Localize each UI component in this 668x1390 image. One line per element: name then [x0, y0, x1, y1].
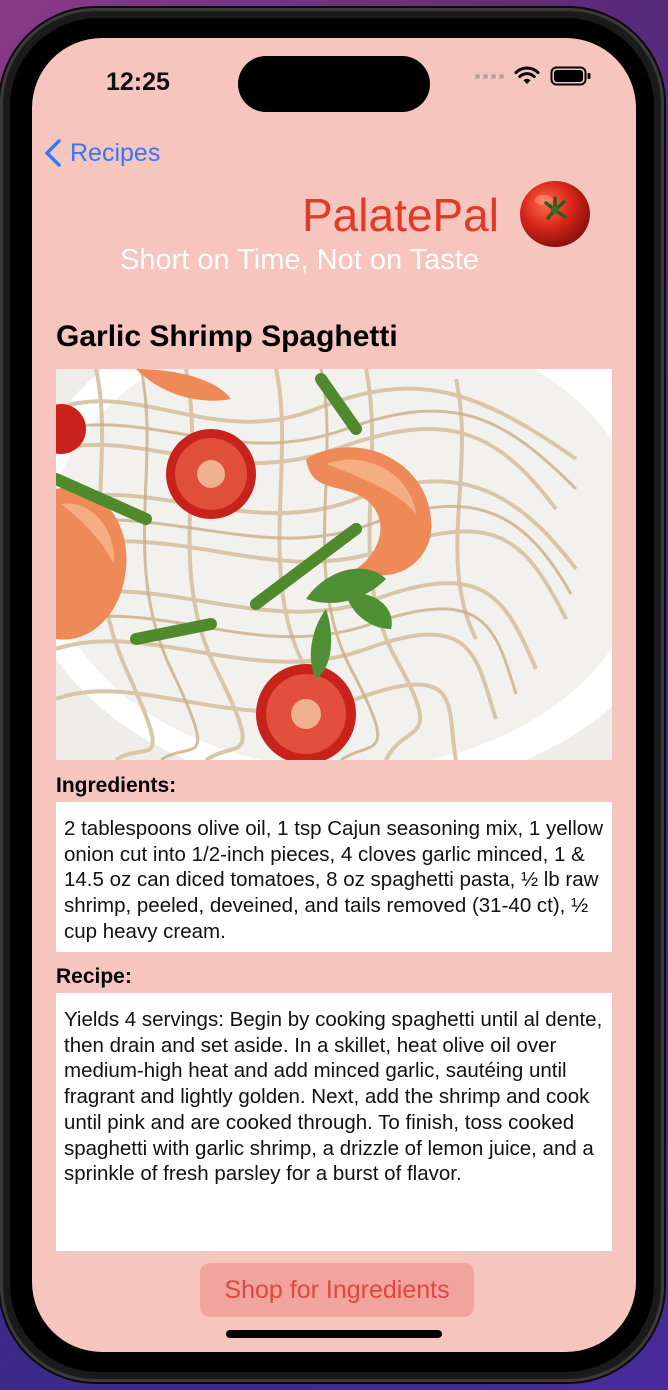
recipe-title: Garlic Shrimp Spaghetti — [56, 320, 398, 353]
status-icons — [475, 66, 592, 86]
status-time: 12:25 — [106, 68, 170, 96]
recipe-photo — [56, 369, 612, 760]
app-title: PalatePal — [302, 189, 499, 241]
chevron-left-icon — [45, 139, 61, 167]
back-button[interactable]: Recipes — [44, 138, 160, 168]
back-label: Recipes — [70, 138, 161, 167]
wifi-icon — [514, 66, 540, 84]
dynamic-island — [238, 56, 430, 112]
app-screen: 12:25 Recipes PalatePal Short on Time, N… — [32, 38, 636, 1352]
tagline: Short on Time, Not on Taste — [120, 244, 479, 276]
ingredients-label: Ingredients: — [56, 774, 177, 797]
shop-for-ingredients-button[interactable]: Shop for Ingredients — [200, 1263, 474, 1317]
recipe-text[interactable]: Yields 4 servings: Begin by cooking spag… — [56, 993, 612, 1251]
cellular-signal-icon — [475, 73, 504, 79]
ingredients-text: 2 tablespoons olive oil, 1 tsp Cajun sea… — [56, 802, 612, 952]
recipe-label: Recipe: — [56, 965, 132, 988]
tomato-icon — [520, 181, 590, 247]
home-indicator[interactable] — [226, 1330, 442, 1338]
battery-icon — [550, 66, 591, 86]
